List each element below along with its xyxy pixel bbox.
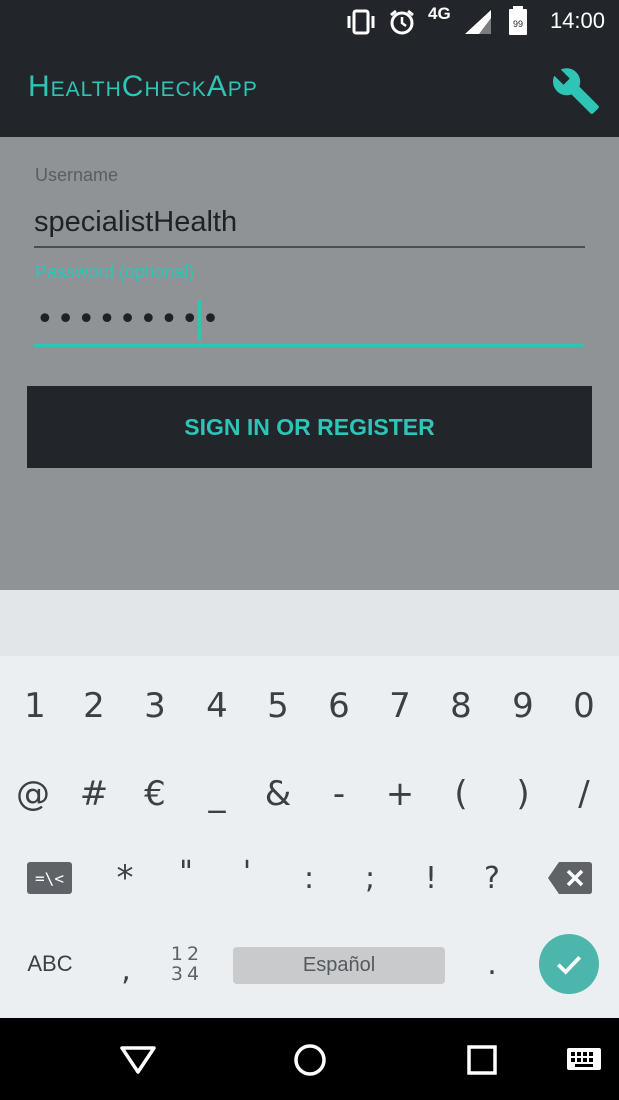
numpad-key-top: 12: [170, 943, 204, 965]
key-slash[interactable]: /: [554, 764, 614, 824]
key-minus[interactable]: -: [309, 764, 369, 824]
app-title: HealthCheckApp: [28, 70, 258, 103]
password-label: Password (optional): [35, 262, 195, 282]
key-7[interactable]: 7: [370, 676, 430, 736]
key-6[interactable]: 6: [309, 676, 369, 736]
numpad-key[interactable]: 12 34: [157, 934, 217, 994]
key-semicolon[interactable]: ;: [340, 848, 400, 908]
key-close-paren[interactable]: ): [493, 764, 553, 824]
backspace-icon: [548, 862, 592, 894]
key-question[interactable]: ?: [462, 848, 522, 908]
clock: 14:00: [549, 8, 605, 33]
battery-level: 99: [513, 19, 523, 29]
key-3[interactable]: 3: [125, 676, 185, 736]
key-2[interactable]: 2: [64, 676, 124, 736]
enter-key[interactable]: [539, 934, 599, 994]
keyboard-switch-icon: [567, 1048, 601, 1070]
key-at[interactable]: @: [3, 764, 63, 824]
recents-button[interactable]: [460, 1038, 504, 1082]
sign-in-or-register-button[interactable]: SIGN IN OR REGISTER: [27, 386, 592, 468]
navigation-bar: [0, 1018, 619, 1100]
back-icon: [120, 1046, 156, 1074]
home-button[interactable]: [288, 1038, 332, 1082]
key-1[interactable]: 1: [5, 676, 65, 736]
key-single-quote[interactable]: ': [217, 842, 277, 902]
key-comma[interactable]: ,: [96, 940, 156, 1000]
key-hash[interactable]: #: [64, 764, 124, 824]
space-bar[interactable]: Español: [233, 947, 445, 984]
key-9[interactable]: 9: [493, 676, 553, 736]
username-label: Username: [35, 165, 119, 185]
signal-icon: [465, 10, 491, 34]
key-underscore[interactable]: _: [187, 764, 247, 824]
keyboard: 1 2 3 4 5 6 7 8 9 0 @ # € _ & - + ( ) / …: [0, 656, 619, 1018]
key-colon[interactable]: :: [279, 848, 339, 908]
key-exclamation[interactable]: !: [401, 848, 461, 908]
keyboard-switch-button[interactable]: [564, 1038, 604, 1082]
more-symbols-key[interactable]: =\<: [27, 862, 72, 894]
username-value: specialistHealth: [34, 206, 238, 238]
key-8[interactable]: 8: [431, 676, 491, 736]
checkmark-icon: [557, 956, 582, 975]
password-field[interactable]: •••••••••: [34, 296, 583, 347]
vibrate-icon: [347, 9, 375, 35]
abc-key[interactable]: ABC: [15, 934, 85, 994]
status-bar: 4G 99 14:00: [0, 0, 619, 44]
back-button[interactable]: [116, 1038, 160, 1082]
key-0[interactable]: 0: [554, 676, 614, 736]
key-euro[interactable]: €: [125, 764, 185, 824]
password-value: •••••••••: [36, 302, 223, 337]
text-cursor: [198, 300, 201, 340]
backspace-key[interactable]: [547, 860, 593, 896]
key-5[interactable]: 5: [248, 676, 308, 736]
key-asterisk[interactable]: *: [95, 848, 155, 908]
key-ampersand[interactable]: &: [248, 764, 308, 824]
key-double-quote[interactable]: ": [156, 842, 216, 902]
key-period[interactable]: .: [462, 934, 522, 994]
wrench-icon: [552, 68, 599, 114]
alarm-icon: [390, 9, 414, 35]
recents-icon: [467, 1045, 497, 1075]
numpad-key-bottom: 34: [170, 963, 204, 985]
app-bar: HealthCheckApp: [0, 44, 619, 137]
key-open-paren[interactable]: (: [431, 764, 491, 824]
sign-in-button-label: SIGN IN OR REGISTER: [184, 413, 435, 440]
key-plus[interactable]: +: [370, 764, 430, 824]
key-4[interactable]: 4: [187, 676, 247, 736]
username-field[interactable]: specialistHealth: [34, 200, 585, 248]
network-type: 4G: [428, 4, 451, 23]
battery-icon: 99: [509, 6, 527, 35]
home-icon: [294, 1044, 326, 1076]
keyboard-suggestion-strip: [0, 590, 619, 656]
settings-button[interactable]: [550, 66, 602, 116]
